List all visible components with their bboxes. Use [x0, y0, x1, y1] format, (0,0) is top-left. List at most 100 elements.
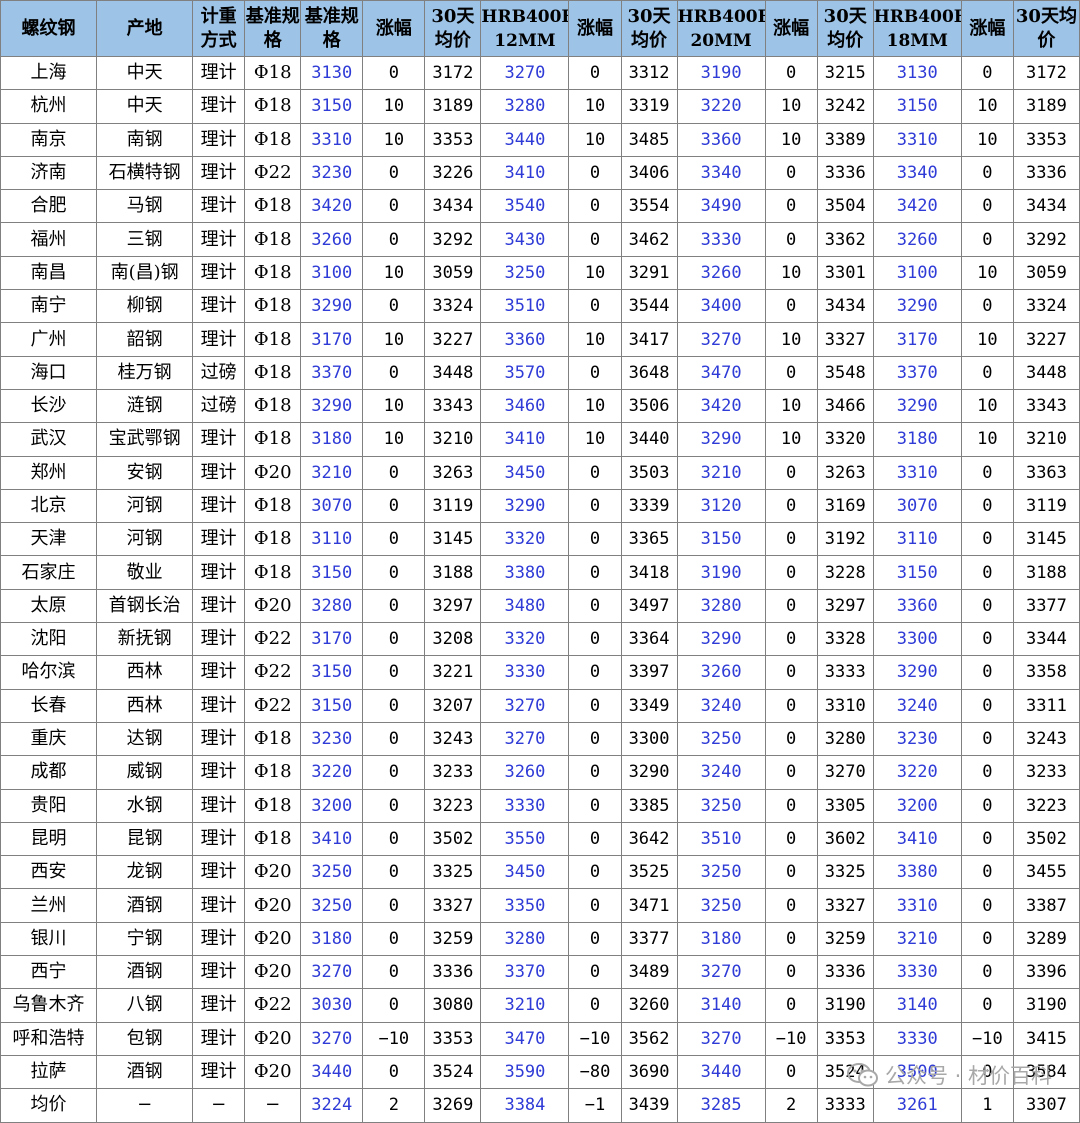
cell-city: 兰州: [0, 888, 98, 923]
cell-change: 10: [362, 255, 426, 291]
cell-hrb400e-12mm-price: 3280: [480, 921, 570, 957]
cell-hrb400e-20mm-price: 3360: [676, 122, 766, 157]
cell-avg-30day-12mm: 3462: [620, 222, 678, 257]
cell-change-18mm: 0: [960, 955, 1014, 990]
cell-avg-30day-18mm: 3190: [1012, 988, 1080, 1023]
cell-avg-30day-12mm: 3562: [620, 1021, 678, 1056]
cell-avg-30day-12mm: 3290: [620, 755, 678, 790]
cell-change-20mm: 10: [764, 322, 818, 357]
cell-base-spec: Φ18: [244, 755, 302, 790]
cell-city: 昆明: [0, 821, 98, 857]
cell-city: 郑州: [0, 455, 98, 490]
header-weighing-method: 计重方式: [192, 0, 246, 57]
cell-avg-30day: 3145: [424, 522, 482, 557]
cell-avg-30day: 3434: [424, 189, 482, 224]
cell-weighing-method: 理计: [192, 855, 246, 890]
cell-hrb400e-20mm-price: 3240: [676, 755, 766, 790]
cell-weighing-method: 理计: [192, 255, 246, 291]
table-row: 武汉 宝武鄂钢 理计 Φ18 3180 10 3210 3410 10 3440 3290 10 332…: [0, 422, 1080, 457]
cell-change-18mm: 0: [960, 289, 1014, 324]
header-change: 涨幅: [960, 0, 1014, 57]
cell-hrb400e-20mm-price: 3240: [676, 688, 766, 723]
cell-hrb400e-12mm-price: 3210: [480, 988, 570, 1023]
cell-change-18mm: 0: [960, 155, 1014, 191]
cell-weighing-method: 理计: [192, 588, 246, 624]
cell-change-12mm: 0: [568, 622, 622, 657]
cell-hrb400e-20mm-price: 3250: [676, 888, 766, 923]
cell-hrb400e-20mm-price: 3270: [676, 1021, 766, 1056]
cell-hrb400e-18mm-price: 3290: [872, 655, 962, 690]
cell-change-20mm: 0: [764, 289, 818, 324]
cell-change: 0: [362, 222, 426, 257]
header-hrb400e-12mm: HRB400E 12MM: [480, 0, 570, 57]
cell-hrb400e-20mm-price: 3340: [676, 155, 766, 191]
cell-avg-30day-18mm: 3292: [1012, 222, 1080, 257]
cell-base-price: 3130: [300, 55, 364, 91]
cell-change-12mm: −80: [568, 1054, 622, 1090]
cell-city: 沈阳: [0, 622, 98, 657]
cell-base-spec: −: [244, 1088, 302, 1123]
cell-avg-30day: 3343: [424, 388, 482, 424]
cell-change-18mm: 1: [960, 1088, 1014, 1123]
cell-weighing-method: 理计: [192, 55, 246, 91]
cell-avg-30day-12mm: 3406: [620, 155, 678, 191]
cell-base-price: 3250: [300, 855, 364, 890]
cell-city: 北京: [0, 488, 98, 524]
cell-hrb400e-20mm-price: 3270: [676, 322, 766, 357]
cell-change-12mm: 0: [568, 788, 622, 823]
cell-hrb400e-12mm-price: 3280: [480, 89, 570, 124]
cell-avg-30day-12mm: 3417: [620, 322, 678, 357]
table-row: 兰州 酒钢 理计 Φ20 3250 0 3327 3350 0 3471 3250 0 3327 3310…: [0, 888, 1080, 923]
cell-avg-30day-18mm: 3343: [1012, 388, 1080, 424]
cell-avg-30day-18mm: 3415: [1012, 1021, 1080, 1056]
cell-city: 西宁: [0, 955, 98, 990]
cell-base-price: 3150: [300, 688, 364, 723]
cell-change: 0: [362, 289, 426, 324]
cell-hrb400e-12mm-price: 3540: [480, 189, 570, 224]
cell-avg-30day: 3210: [424, 422, 482, 457]
cell-change-20mm: 0: [764, 488, 818, 524]
cell-hrb400e-20mm-price: 3285: [676, 1088, 766, 1123]
cell-avg-30day: 3172: [424, 55, 482, 91]
cell-hrb400e-18mm-price: 3330: [872, 955, 962, 990]
cell-hrb400e-18mm-price: 3330: [872, 1021, 962, 1056]
cell-base-price: 3150: [300, 655, 364, 690]
cell-weighing-method: 理计: [192, 988, 246, 1023]
cell-base-spec: Φ22: [244, 622, 302, 657]
cell-city: 西安: [0, 855, 98, 890]
cell-avg-30day-20mm: 3310: [816, 688, 874, 723]
cell-avg-30day-20mm: 3263: [816, 455, 874, 490]
header-30day-avg: 30天均价: [816, 0, 874, 57]
cell-change-20mm: 0: [764, 655, 818, 690]
cell-hrb400e-18mm-price: 3140: [872, 988, 962, 1023]
cell-hrb400e-18mm-price: 3340: [872, 155, 962, 191]
cell-mill: 酒钢: [96, 955, 194, 990]
cell-avg-30day-20mm: 3328: [816, 622, 874, 657]
cell-hrb400e-20mm-price: 3330: [676, 222, 766, 257]
cell-hrb400e-20mm-price: 3260: [676, 255, 766, 291]
cell-weighing-method: 理计: [192, 755, 246, 790]
cell-avg-30day-20mm: 3362: [816, 222, 874, 257]
cell-hrb400e-20mm-price: 3150: [676, 522, 766, 557]
cell-avg-30day-12mm: 3291: [620, 255, 678, 291]
cell-hrb400e-12mm-price: 3510: [480, 289, 570, 324]
cell-base-price: 3220: [300, 755, 364, 790]
cell-base-price: 3440: [300, 1054, 364, 1090]
cell-avg-30day-20mm: 3280: [816, 721, 874, 757]
cell-avg-30day-18mm: 3188: [1012, 555, 1080, 590]
cell-base-spec: Φ20: [244, 1054, 302, 1090]
cell-mill: 八钢: [96, 988, 194, 1023]
cell-change-12mm: 0: [568, 555, 622, 590]
cell-avg-30day-18mm: 3455: [1012, 855, 1080, 890]
table-row: 沈阳 新抚钢 理计 Φ22 3170 0 3208 3320 0 3364 3290 0 3328 330…: [0, 622, 1080, 657]
cell-city: 呼和浩特: [0, 1021, 98, 1056]
cell-weighing-method: 理计: [192, 821, 246, 857]
cell-avg-30day-20mm: 3389: [816, 122, 874, 157]
cell-base-spec: Φ20: [244, 888, 302, 923]
cell-avg-30day-18mm: 3387: [1012, 888, 1080, 923]
cell-change: 0: [362, 355, 426, 390]
cell-city: 南宁: [0, 289, 98, 324]
cell-change-12mm: 0: [568, 455, 622, 490]
cell-hrb400e-20mm-price: 3470: [676, 355, 766, 390]
cell-avg-30day-18mm: 3377: [1012, 588, 1080, 624]
